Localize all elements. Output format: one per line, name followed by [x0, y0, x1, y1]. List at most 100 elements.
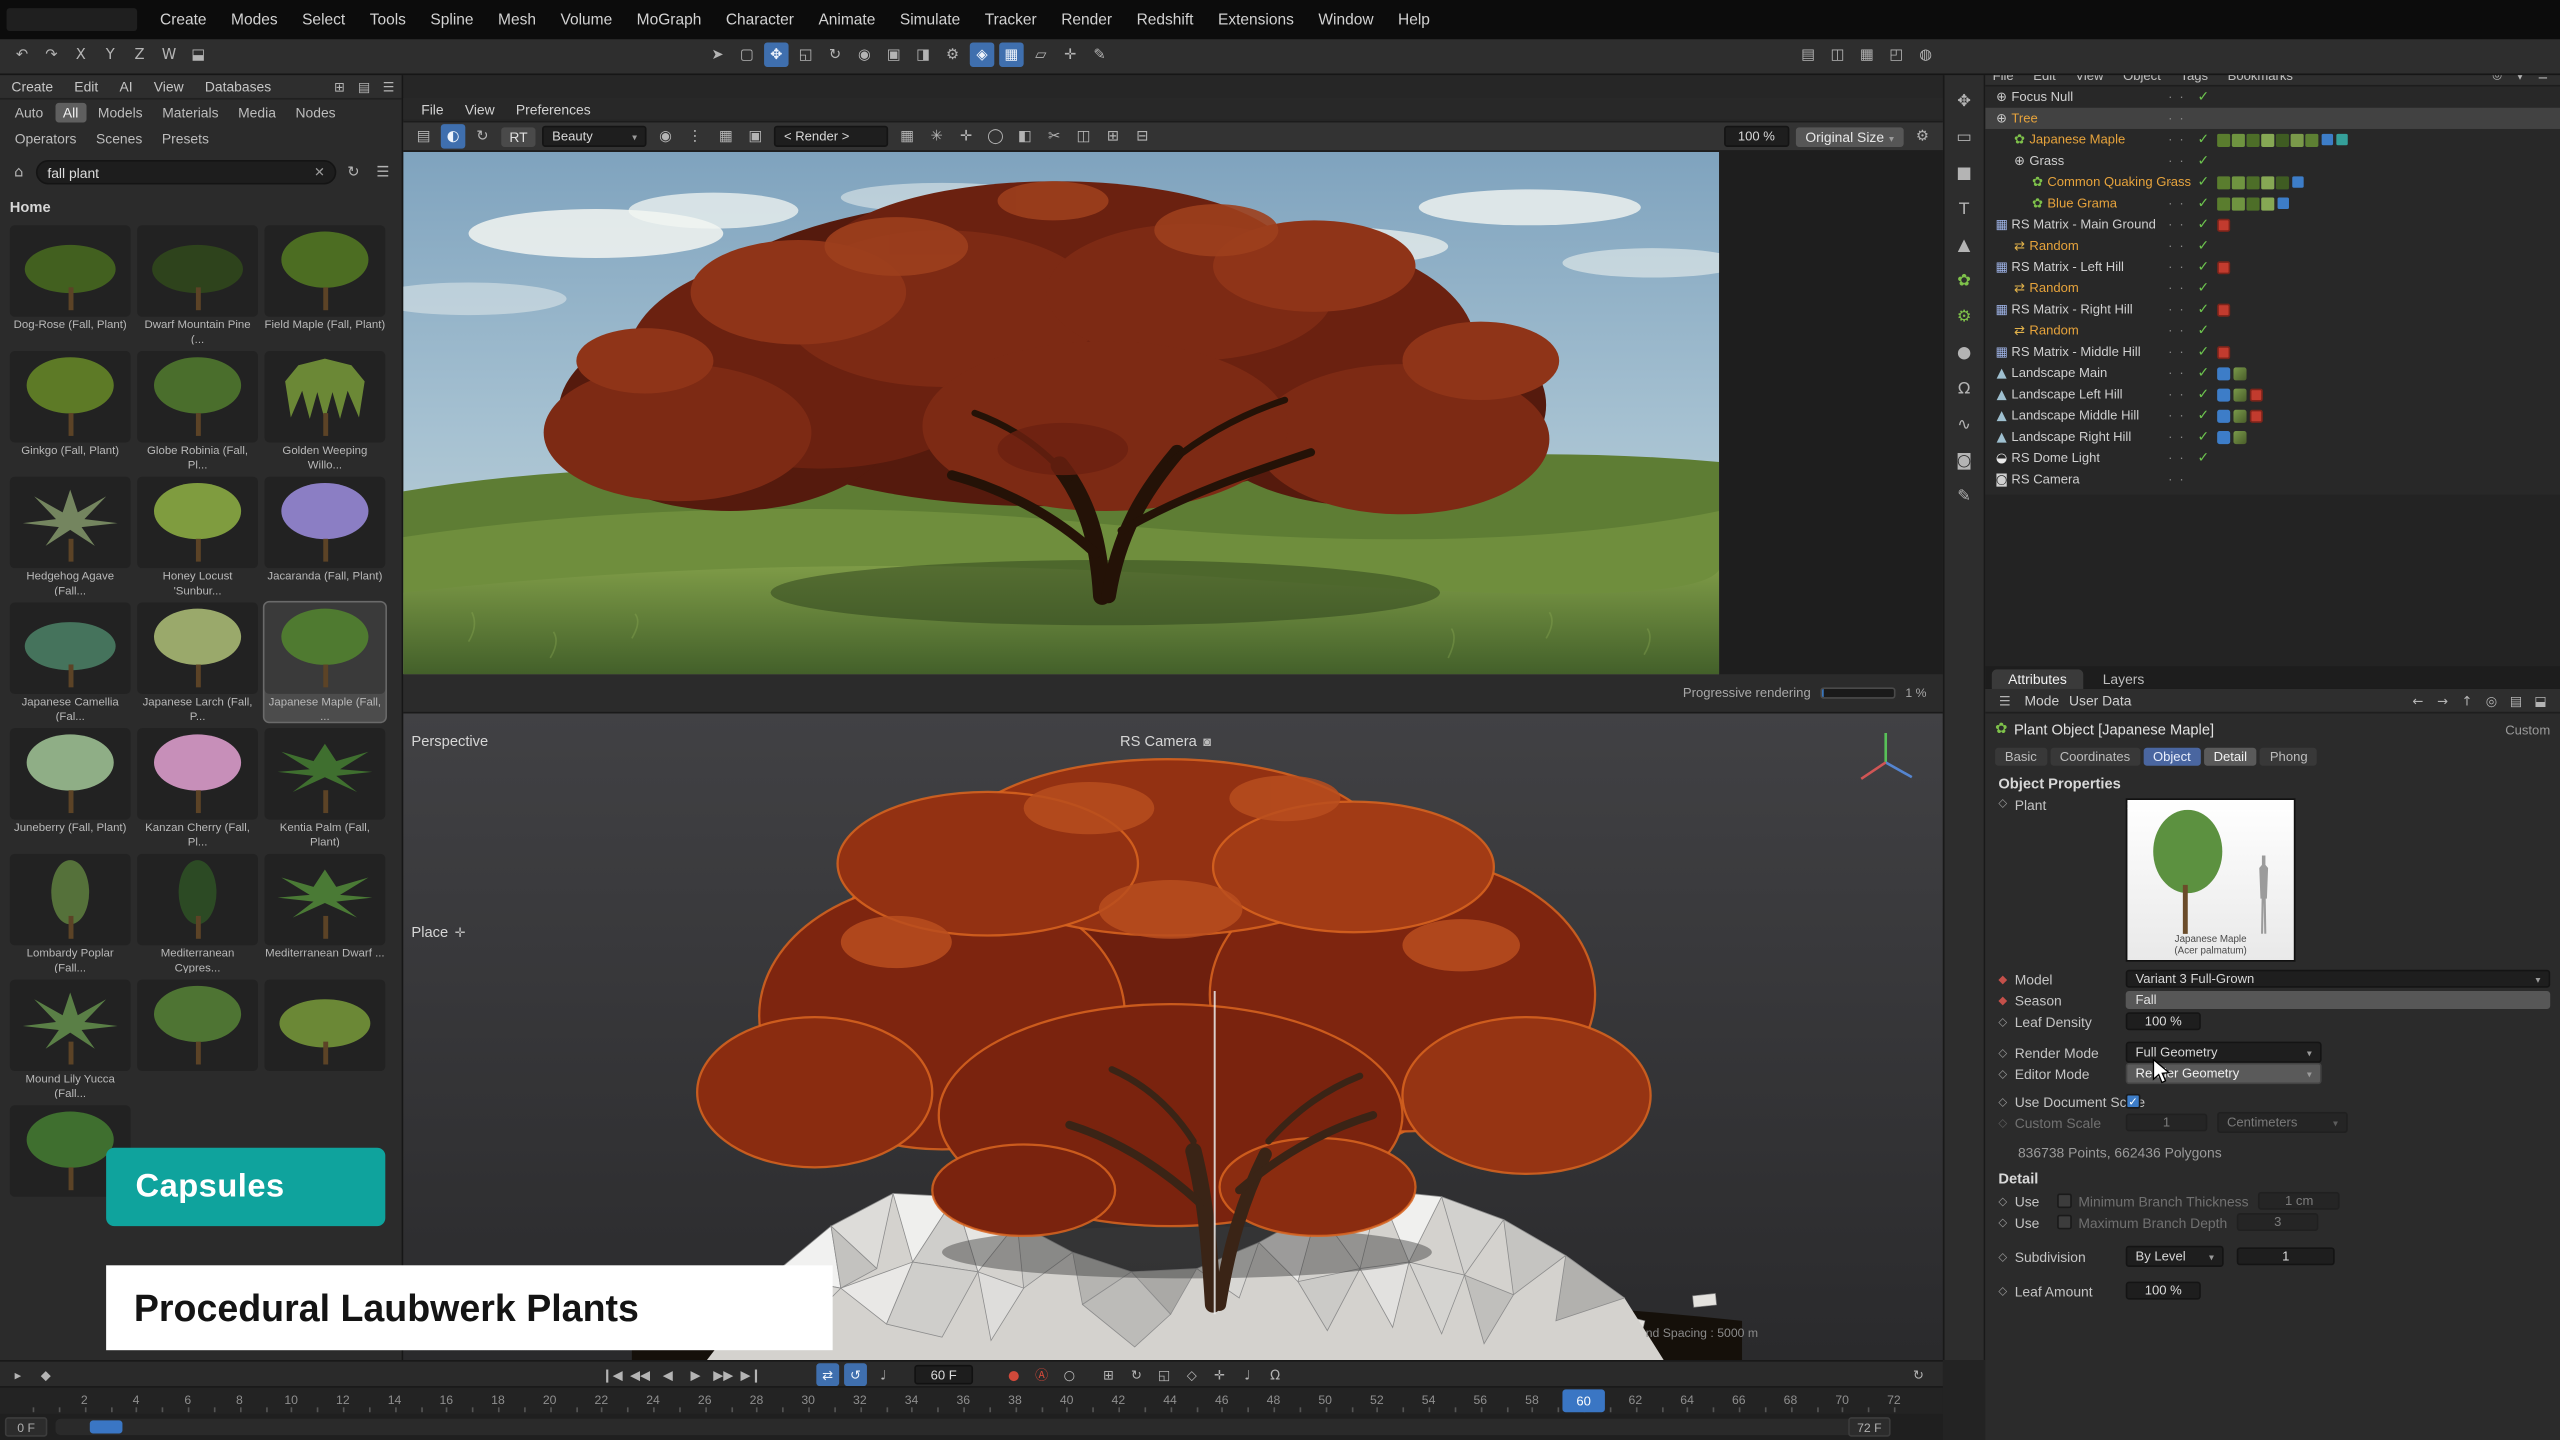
visibility-dots[interactable]: · ·	[2168, 281, 2185, 296]
timeline-scrollbar[interactable]	[56, 1419, 1872, 1435]
goto-start-button[interactable]: ❙◀	[601, 1363, 624, 1386]
timeline-label-70[interactable]: 70	[1835, 1393, 1849, 1408]
subdivision-dropdown[interactable]: By Level	[2126, 1246, 2224, 1267]
timeline-label-72[interactable]: 72	[1887, 1393, 1901, 1408]
menu-select[interactable]: Select	[292, 11, 355, 29]
refresh-viewport-icon[interactable]: ↻	[1907, 1363, 1930, 1386]
chip-tex-tag[interactable]	[2233, 367, 2246, 380]
material-swatches[interactable]	[2217, 176, 2289, 189]
menu-window[interactable]: Window	[1309, 11, 1384, 29]
search-input[interactable]: fall plant ✕	[36, 160, 336, 184]
visibility-dots[interactable]: · ·	[2168, 451, 2185, 466]
visibility-dots[interactable]: · ·	[2168, 472, 2185, 487]
shaded-view-icon[interactable]: ◐	[441, 124, 465, 148]
tiles-icon[interactable]: ▦	[895, 124, 919, 148]
enable-check-icon[interactable]: ✓	[2198, 237, 2210, 255]
record-keyframe-button[interactable]: ●	[1002, 1363, 1025, 1386]
leaf-amount-field[interactable]: 100 %	[2126, 1282, 2201, 1300]
object-row-landscape-left-hill-14[interactable]: ▲Landscape Left Hill· ·✓	[1985, 384, 2560, 405]
timeline-label-58[interactable]: 58	[1525, 1393, 1539, 1408]
visibility-dots[interactable]: · ·	[2168, 132, 2185, 147]
timeline-ruler[interactable]: 2468101214161820222426283032343638404244…	[0, 1386, 1943, 1414]
attr-tab-detail[interactable]: Detail	[2204, 747, 2257, 765]
enable-check-icon[interactable]: ✓	[2198, 300, 2210, 318]
cube-tag[interactable]	[2217, 303, 2230, 316]
asset-card-mediterranean-dwarf[interactable]: Mediterranean Dwarf ...	[264, 854, 385, 973]
keyframe-dot[interactable]: ◆	[1998, 993, 2014, 1006]
browser-tab-models[interactable]: Models	[90, 103, 151, 123]
plant-preview-thumbnail[interactable]: Japanese Maple (Acer palmatum)	[2126, 798, 2296, 961]
range-end-field[interactable]: 72 F	[1848, 1417, 1890, 1437]
asset-card-japanese-maple-fall[interactable]: Japanese Maple (Fall, ...	[264, 602, 385, 721]
render-picture-viewer-icon[interactable]: ◨	[911, 42, 935, 66]
snap-icon[interactable]: ◈	[970, 42, 994, 66]
chip-blue-tag[interactable]	[2217, 409, 2230, 422]
menu-extensions[interactable]: Extensions	[1208, 11, 1303, 29]
enable-check-icon[interactable]: ✓	[2198, 364, 2210, 382]
asset-card-golden-weeping-willo[interactable]: Golden Weeping Willo...	[264, 351, 385, 470]
forward-arrow-icon[interactable]: →	[2433, 691, 2453, 711]
sphere-tool-icon[interactable]: ●	[1949, 340, 1978, 366]
param-dot[interactable]: ◇	[1998, 1046, 2014, 1059]
attr-tab-basic[interactable]: Basic	[1995, 747, 2047, 765]
param-dot[interactable]: ◇	[1998, 1250, 2014, 1263]
asset-menu-create[interactable]: Create	[3, 78, 61, 94]
visibility-dots[interactable]: · ·	[2168, 153, 2185, 168]
enable-check-icon[interactable]: ✓	[2198, 88, 2210, 106]
cross-icon[interactable]: ✛	[954, 124, 978, 148]
enable-check-icon[interactable]: ✓	[2198, 194, 2210, 212]
marker-icon[interactable]: ◆	[34, 1363, 57, 1386]
enable-check-icon[interactable]: ✓	[2198, 279, 2210, 297]
scissors-icon[interactable]: ✂	[1042, 124, 1066, 148]
cube-tag[interactable]	[2217, 260, 2230, 273]
asset-card-mediterranean-cypres[interactable]: Mediterranean Cypres...	[137, 854, 258, 973]
home-icon[interactable]: ⌂	[7, 160, 31, 184]
object-row-common-quaking-grass-4[interactable]: ✿Common Quaking Grass· ·✓	[1985, 171, 2560, 192]
render-view-icon[interactable]: ▣	[882, 42, 906, 66]
asset-card-japanese-larch-fall-p[interactable]: Japanese Larch (Fall, P...	[137, 602, 258, 721]
zoom-out-icon[interactable]: ⊟	[1130, 124, 1154, 148]
loop-playback-button[interactable]: ↺	[844, 1363, 867, 1386]
chip-blue-tag[interactable]	[2217, 430, 2230, 443]
object-row-tree-1[interactable]: ⊕Tree· ·	[1985, 108, 2560, 129]
cube-tag[interactable]	[2217, 218, 2230, 231]
object-row-blue-grama-5[interactable]: ✿Blue Grama· ·✓	[1985, 193, 2560, 214]
tag-chips[interactable]	[2292, 176, 2303, 187]
next-frame-button[interactable]: ▶▶	[712, 1363, 735, 1386]
timeline-label-24[interactable]: 24	[646, 1393, 660, 1408]
circle-select-icon[interactable]: ◯	[983, 124, 1007, 148]
asset-menu-view[interactable]: View	[146, 78, 192, 94]
use-min-checkbox[interactable]: ✓	[2057, 1193, 2072, 1208]
gear-capsule-icon[interactable]: ⚙	[1949, 304, 1978, 330]
sound-wave-icon[interactable]: ♩	[1236, 1363, 1259, 1386]
object-row-random-7[interactable]: ⇄Random· ·✓	[1985, 235, 2560, 256]
render-menu-preferences[interactable]: Preferences	[508, 100, 599, 116]
visibility-dots[interactable]: · ·	[2168, 344, 2185, 359]
param-dot[interactable]: ◇	[1998, 1194, 2014, 1207]
menu-help[interactable]: Help	[1388, 11, 1440, 29]
scale-tool-icon[interactable]: ◱	[793, 42, 817, 66]
use-document-scale-checkbox[interactable]: ✓	[2126, 1094, 2141, 1109]
section-home-label[interactable]: Home	[0, 189, 402, 218]
browser-tab-all[interactable]: All	[55, 103, 87, 123]
move-axis-tool-icon[interactable]: ✥	[1949, 88, 1978, 114]
object-row-landscape-middle-hill-15[interactable]: ▲Landscape Middle Hill· ·✓	[1985, 405, 2560, 426]
plant-capsule-icon[interactable]: ✿	[1949, 268, 1978, 294]
chip-blue-tag[interactable]	[2217, 367, 2230, 380]
region-render-icon[interactable]: ◧	[1013, 124, 1037, 148]
layout-split-icon[interactable]: ◫	[1825, 42, 1849, 66]
zoom-field[interactable]: 100 %	[1724, 126, 1789, 147]
asset-card-field-maple-fall-plant[interactable]: Field Maple (Fall, Plant)	[264, 225, 385, 344]
cone-tool-icon[interactable]: ▲	[1949, 232, 1978, 258]
axis-x-button[interactable]: X	[69, 42, 93, 66]
compare-ab-icon[interactable]: ◫	[1071, 124, 1095, 148]
attr-tab-coordinates[interactable]: Coordinates	[2050, 747, 2140, 765]
user-data-menu[interactable]: User Data	[2069, 692, 2131, 708]
browser-tab-materials[interactable]: Materials	[154, 103, 227, 123]
timeline-label-44[interactable]: 44	[1163, 1393, 1177, 1408]
menu-tools[interactable]: Tools	[360, 11, 416, 29]
pen-tool-icon[interactable]: ✎	[1949, 483, 1978, 509]
object-row-japanese-maple-2[interactable]: ✿Japanese Maple· ·✓	[1985, 129, 2560, 150]
object-row-random-11[interactable]: ⇄Random· ·✓	[1985, 320, 2560, 341]
render-menu-file[interactable]: File	[413, 100, 452, 116]
